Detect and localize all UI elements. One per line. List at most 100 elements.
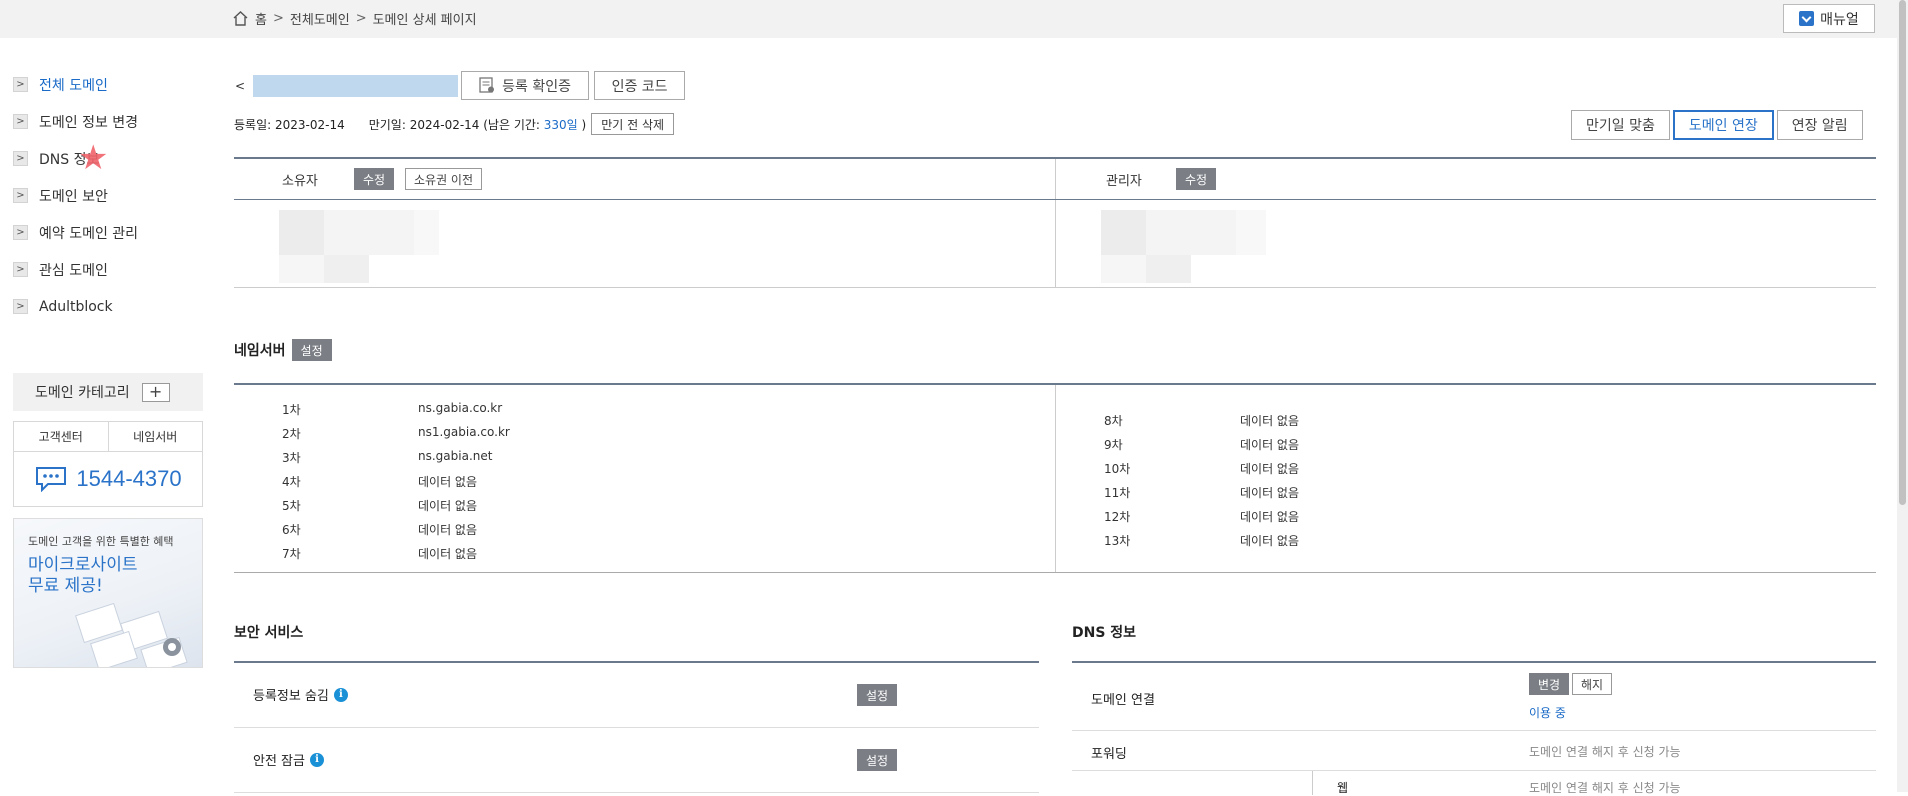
dns-row-forwarding: 포워딩 도메인 연결 해지 후 신청 가능 bbox=[1072, 731, 1876, 771]
category-label: 도메인 카테고리 bbox=[35, 385, 130, 401]
expiry-date: 만기일: 2024-02-14 (남은 기간: 330일 ) bbox=[368, 117, 587, 132]
sidebar-item-label: 전체 도메인 bbox=[39, 77, 108, 94]
domain-actions: 만기일 맞춤 도메인 연장 연장 알림 bbox=[1568, 110, 1863, 140]
promo-title: 마이크로사이트 무료 제공! bbox=[28, 555, 138, 596]
admin-header: 관리자 수정 bbox=[1055, 159, 1876, 199]
dns-table: 도메인 연결 변경 해지 이용 중 포워딩 도메인 연결 해지 후 신청 가능 … bbox=[1072, 661, 1876, 795]
chevron-right-icon: > bbox=[13, 262, 28, 277]
breadcrumb-current: 도메인 상세 페이지 bbox=[372, 13, 477, 28]
pre-expiry-delete-button[interactable]: 만기 전 삭제 bbox=[591, 113, 675, 135]
nameserver-column-right: 8차 데이터 없음 9차 데이터 없음 10차 데이터 없음 11차 데이터 없음 12… bbox=[1055, 385, 1876, 572]
tab-customer-center[interactable]: 고객센터 bbox=[14, 422, 108, 451]
admin-info-redacted bbox=[1055, 200, 1876, 288]
chevron-down-icon bbox=[1799, 11, 1815, 26]
nameserver-column-left: 1차 ns.gabia.co.kr 2차 ns1.gabia.co.kr 3차 ns.… bbox=[234, 385, 1055, 572]
manual-button[interactable]: 매뉴얼 bbox=[1783, 4, 1875, 33]
owner-label: 소유자 bbox=[282, 174, 318, 189]
manual-label: 매뉴얼 bbox=[1820, 11, 1859, 28]
nameserver-row: 13차 데이터 없음 bbox=[1104, 534, 1300, 548]
sidebar-item-label: 관심 도메인 bbox=[39, 262, 108, 279]
privacy-settings-button[interactable]: 설정 bbox=[857, 684, 898, 706]
customer-service-box: 고객센터 네임서버 1544-4370 bbox=[13, 421, 203, 507]
dns-release-button[interactable]: 해지 bbox=[1572, 673, 1613, 695]
microsite-promo-banner[interactable]: 도메인 고객을 위한 특별한 혜택 마이크로사이트 무료 제공! bbox=[13, 518, 203, 668]
chevron-right-icon: > bbox=[13, 114, 28, 129]
top-bar: 홈 > 전체도메인 > 도메인 상세 페이지 매뉴얼 bbox=[0, 0, 1898, 38]
owner-admin-table: 소유자 수정 소유권 이전 관리자 수정 bbox=[234, 157, 1876, 288]
nameserver-row: 8차 데이터 없음 bbox=[1104, 414, 1300, 428]
info-icon[interactable]: i bbox=[333, 687, 348, 702]
nameserver-row: 7차 데이터 없음 bbox=[282, 547, 478, 561]
breadcrumb: 홈 > 전체도메인 > 도메인 상세 페이지 bbox=[232, 9, 477, 28]
sidebar-item-security[interactable]: > 도메인 보안 bbox=[13, 177, 203, 214]
breadcrumb-sep: > bbox=[355, 11, 367, 26]
sidebar-item-adultblock[interactable]: > Adultblock bbox=[13, 288, 203, 325]
nameserver-row: 9차 데이터 없음 bbox=[1104, 438, 1300, 452]
dns-change-button[interactable]: 변경 bbox=[1529, 673, 1570, 695]
nameserver-row: 5차 데이터 없음 bbox=[282, 499, 478, 513]
domain-dates: 등록일: 2023-02-14 만기일: 2024-02-14 (남은 기간: … bbox=[234, 113, 675, 135]
home-icon[interactable] bbox=[232, 10, 249, 27]
privacy-label: 등록정보 숨김 i bbox=[253, 685, 348, 704]
certificate-icon bbox=[479, 77, 495, 93]
nameserver-settings-button[interactable]: 설정 bbox=[291, 339, 332, 361]
info-icon[interactable]: i bbox=[309, 752, 324, 767]
align-expiry-button[interactable]: 만기일 맞춤 bbox=[1571, 110, 1670, 140]
sidebar-item-watchlist[interactable]: > 관심 도메인 bbox=[13, 251, 203, 288]
security-row-privacy: 등록정보 숨김 i 설정 bbox=[234, 663, 1039, 728]
registration-certificate-button[interactable]: 등록 확인증 bbox=[461, 71, 590, 100]
admin-edit-button[interactable]: 수정 bbox=[1176, 168, 1217, 190]
owner-header: 소유자 수정 소유권 이전 bbox=[234, 159, 1055, 199]
sidebar-item-label: Adultblock bbox=[39, 298, 113, 315]
domain-name-redacted bbox=[253, 74, 459, 97]
security-section-title: 보안 서비스 bbox=[234, 625, 304, 641]
nameserver-section-title: 네임서버 설정 bbox=[234, 339, 332, 361]
tab-nameserver[interactable]: 네임서버 bbox=[107, 422, 203, 451]
dns-row-web: 웹 도메인 연결 해지 후 신청 가능 bbox=[1072, 771, 1876, 795]
breadcrumb-all-domains[interactable]: 전체도메인 bbox=[290, 9, 350, 28]
scrollbar[interactable] bbox=[1897, 0, 1908, 792]
owner-edit-button[interactable]: 수정 bbox=[354, 168, 395, 190]
security-row-lock: 안전 잠금 i 설정 bbox=[234, 728, 1039, 793]
dns-status: 이용 중 bbox=[1529, 706, 1566, 720]
nameserver-row: 10차 데이터 없음 bbox=[1104, 462, 1300, 476]
breadcrumb-home[interactable]: 홈 bbox=[255, 9, 267, 28]
renew-domain-button[interactable]: 도메인 연장 bbox=[1672, 110, 1774, 140]
remaining-days: 330일 bbox=[543, 117, 578, 132]
forwarding-label: 포워딩 bbox=[1091, 747, 1127, 762]
auth-code-button[interactable]: 인증 코드 bbox=[594, 71, 686, 100]
sidebar-item-label: 도메인 정보 변경 bbox=[39, 114, 139, 131]
star-marker-icon: ★ bbox=[78, 138, 109, 178]
ownership-transfer-button[interactable]: 소유권 이전 bbox=[405, 168, 483, 190]
forwarding-value: 도메인 연결 해지 후 신청 가능 bbox=[1529, 745, 1681, 759]
nameserver-row: 2차 ns1.gabia.co.kr bbox=[282, 425, 510, 441]
sidebar-item-all-domains[interactable]: > 전체 도메인 bbox=[13, 66, 203, 103]
nameserver-row: 3차 ns.gabia.net bbox=[282, 449, 493, 465]
chevron-right-icon: > bbox=[13, 188, 28, 203]
sidebar-item-label: 도메인 보안 bbox=[39, 188, 108, 205]
owner-info-redacted bbox=[234, 200, 1055, 288]
nameserver-title: 네임서버 bbox=[234, 343, 286, 359]
sidebar-item-reserved[interactable]: > 예약 도메인 관리 bbox=[13, 214, 203, 251]
domain-category: 도메인 카테고리 + bbox=[13, 373, 203, 411]
safe-lock-settings-button[interactable]: 설정 bbox=[857, 749, 898, 771]
chevron-right-icon: > bbox=[13, 77, 28, 92]
phone-text: 1544-4370 bbox=[76, 466, 182, 491]
sidebar-item-domain-info[interactable]: > 도메인 정보 변경 bbox=[13, 103, 203, 140]
renewal-alert-button[interactable]: 연장 알림 bbox=[1776, 110, 1863, 140]
safe-lock-label: 안전 잠금 i bbox=[253, 750, 324, 769]
registered-date: 등록일: 2023-02-14 bbox=[234, 117, 345, 132]
breadcrumb-sep: > bbox=[272, 11, 284, 26]
scrollbar-thumb[interactable] bbox=[1899, 0, 1906, 505]
add-category-button[interactable]: + bbox=[141, 382, 170, 402]
security-table: 등록정보 숨김 i 설정 안전 잠금 i 설정 bbox=[234, 661, 1039, 793]
nameserver-row: 12차 데이터 없음 bbox=[1104, 510, 1300, 524]
chevron-right-icon: > bbox=[13, 151, 28, 166]
chevron-right-icon: > bbox=[13, 225, 28, 240]
nameserver-row: 6차 데이터 없음 bbox=[282, 523, 478, 537]
dns-section-title: DNS 정보 bbox=[1072, 625, 1137, 641]
nameserver-row: 4차 데이터 없음 bbox=[282, 475, 478, 489]
domain-connect-label: 도메인 연결 bbox=[1091, 693, 1155, 708]
back-link[interactable]: < bbox=[235, 79, 245, 93]
domain-header: < 등록 확인증 인증 코드 bbox=[235, 71, 686, 100]
